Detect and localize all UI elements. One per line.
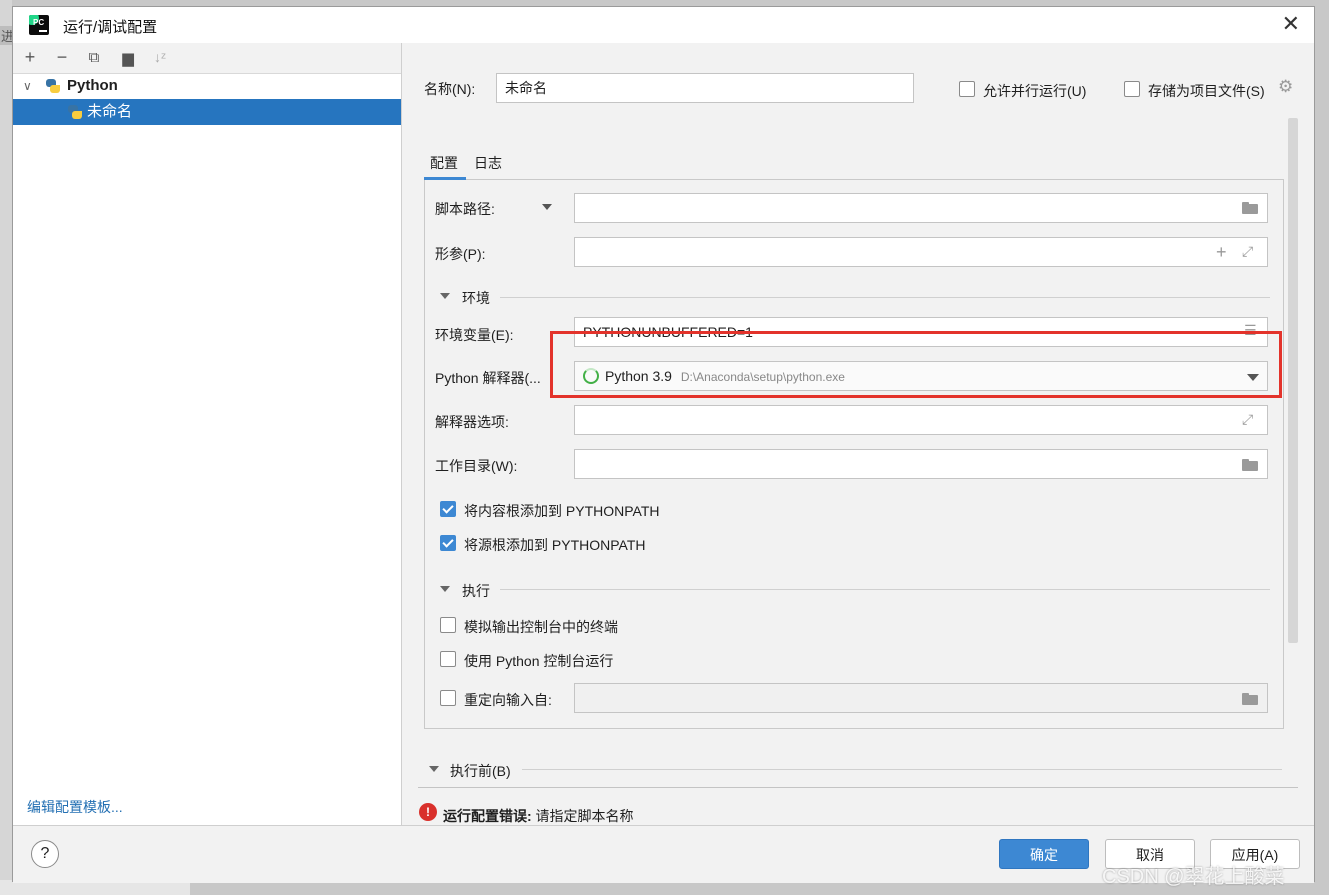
before-launch-bottom-line [418,787,1298,788]
allow-parallel-checkbox[interactable] [959,81,975,97]
error-message: 运行配置错误: 请指定脚本名称 [443,806,634,826]
use-console-label: 使用 Python 控制台运行 [464,653,614,669]
tab-config[interactable]: 配置 [430,153,458,173]
exec-section-title: 执行 [462,583,490,599]
python-icon [45,78,61,94]
emulate-terminal-label: 模拟输出控制台中的终端 [464,619,618,635]
exec-separator [500,589,1270,590]
ok-button[interactable]: 确定 [999,839,1089,869]
add-icon[interactable]: + [19,47,41,68]
params-label: 形参(P): [435,246,486,262]
store-as-file-label: 存储为项目文件(S) [1148,83,1265,99]
help-button[interactable]: ? [31,840,59,868]
use-console-checkbox[interactable] [440,651,456,667]
env-collapse-icon[interactable] [440,293,450,299]
error-title: 运行配置错误: [443,808,532,824]
name-label: 名称(N): [424,81,476,97]
plus-icon[interactable]: + [1216,242,1227,263]
run-debug-config-dialog: PC 运行/调试配置 ✕ + − ⧉ ▆ ↓ᶻ ∨ Python 未命名 编辑配… [12,6,1315,883]
tree-item-unnamed[interactable]: 未命名 [13,99,401,125]
emulate-terminal-checkbox[interactable] [440,617,456,633]
name-input[interactable]: 未命名 [496,73,914,103]
redirect-input-label: 重定向输入自: [464,692,552,708]
redirect-input-field[interactable] [574,683,1268,713]
error-icon: ! [419,803,437,821]
before-launch-collapse-icon[interactable] [429,766,439,772]
script-path-label: 脚本路径: [435,201,495,217]
script-type-dropdown-icon[interactable] [542,204,552,210]
highlight-box [550,331,1282,398]
interp-options-input[interactable] [574,405,1268,435]
tree-item-label: 未命名 [87,103,133,120]
tree-toolbar: + − ⧉ ▆ ↓ᶻ [13,43,401,74]
new-folder-icon[interactable]: ▆ [117,49,139,67]
add-content-roots-label: 将内容根添加到 PYTHONPATH [464,503,660,519]
folder-icon[interactable] [1242,202,1258,214]
chevron-down-icon[interactable]: ∨ [23,73,32,99]
form-scrollbar[interactable] [1288,118,1298,643]
add-source-roots-label: 将源根添加到 PYTHONPATH [464,537,646,553]
background-strip: 进 [0,0,16,895]
remove-icon[interactable]: − [51,47,73,68]
gear-icon[interactable]: ⚙ [1278,77,1293,97]
copy-icon[interactable]: ⧉ [83,49,105,66]
title-bar: PC 运行/调试配置 ✕ [13,7,1314,43]
config-form-panel: 名称(N): 未命名 允许并行运行(U) 存储为项目文件(S) ⚙ 配置 日志 … [402,43,1314,825]
pycharm-icon: PC [29,15,49,35]
folder-icon[interactable] [1242,693,1258,705]
store-as-file-checkbox[interactable] [1124,81,1140,97]
expand-icon[interactable]: ⤢ [1242,411,1253,428]
close-icon[interactable]: ✕ [1282,11,1300,37]
config-tree-panel: + − ⧉ ▆ ↓ᶻ ∨ Python 未命名 编辑配置模板... [13,43,402,825]
add-content-roots-checkbox[interactable] [440,501,456,517]
env-section-title: 环境 [462,290,490,306]
exec-collapse-icon[interactable] [440,586,450,592]
python-config-icon [67,104,83,120]
before-launch-separator [522,769,1282,770]
interpreter-label: Python 解释器(... [435,370,541,386]
env-separator [500,297,1270,298]
watermark: CSDN @翠花上酸菜 [1102,866,1285,888]
tree-group-python[interactable]: ∨ Python [13,73,401,99]
tree-group-label: Python [67,77,118,94]
sort-icon[interactable]: ↓ᶻ [149,49,171,65]
before-launch-title: 执行前(B) [450,763,511,779]
script-path-input[interactable] [574,193,1268,223]
workdir-input[interactable] [574,449,1268,479]
window-title: 运行/调试配置 [63,19,158,36]
expand-icon[interactable]: ⤢ [1242,243,1253,260]
params-input[interactable] [574,237,1268,267]
folder-icon[interactable] [1242,459,1258,471]
active-tab-indicator [424,177,466,180]
redirect-input-checkbox[interactable] [440,690,456,706]
allow-parallel-label: 允许并行运行(U) [983,83,1087,99]
tab-logs[interactable]: 日志 [474,153,502,173]
edit-templates-link[interactable]: 编辑配置模板... [27,797,123,817]
workdir-label: 工作目录(W): [435,458,518,474]
error-text: 请指定脚本名称 [531,808,634,824]
add-source-roots-checkbox[interactable] [440,535,456,551]
interp-options-label: 解释器选项: [435,414,509,430]
env-vars-label: 环境变量(E): [435,327,514,343]
